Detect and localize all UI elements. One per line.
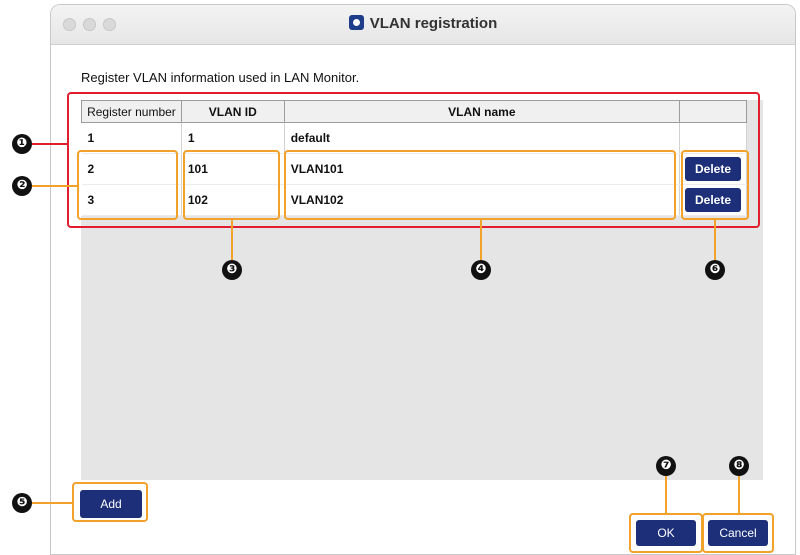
- column-header-vlan-name[interactable]: VLAN name: [283, 100, 681, 123]
- vlan-id-cell[interactable]: 101: [181, 153, 285, 185]
- vlan-table: Register number VLAN ID VLAN name 1 1 de…: [81, 100, 747, 216]
- vlan-name-cell[interactable]: VLAN102: [284, 184, 681, 216]
- column-header-register-number[interactable]: Register number: [81, 100, 182, 123]
- callout-3-badge: ❸: [222, 260, 242, 280]
- window-title-container: VLAN registration: [51, 15, 795, 32]
- add-button[interactable]: Add: [80, 490, 142, 518]
- column-header-vlan-id[interactable]: VLAN ID: [180, 100, 285, 123]
- vlan-id-cell[interactable]: 102: [181, 184, 285, 216]
- title-bar: VLAN registration: [51, 5, 795, 45]
- vlan-name-cell: default: [284, 122, 681, 154]
- register-number-cell: 1: [81, 122, 182, 154]
- table-header-row: Register number VLAN ID VLAN name: [81, 100, 747, 123]
- vlan-name-cell[interactable]: VLAN101: [284, 153, 681, 185]
- action-cell: Delete: [679, 184, 747, 216]
- table-row[interactable]: 3 102 VLAN102 Delete: [81, 184, 747, 216]
- delete-button[interactable]: Delete: [685, 188, 741, 212]
- window-title: VLAN registration: [369, 15, 498, 32]
- callout-7-badge: ❼: [656, 456, 676, 476]
- register-number-cell: 3: [81, 184, 182, 216]
- callout-4-badge: ❹: [471, 260, 491, 280]
- ok-button[interactable]: OK: [636, 520, 696, 546]
- delete-button[interactable]: Delete: [685, 157, 741, 181]
- description-text: Register VLAN information used in LAN Mo…: [81, 70, 360, 85]
- callout-8-badge: ❽: [729, 456, 749, 476]
- action-cell: [679, 122, 747, 154]
- vlan-id-cell: 1: [181, 122, 285, 154]
- callout-2-badge: ❷: [12, 176, 32, 196]
- cancel-button[interactable]: Cancel: [708, 520, 768, 546]
- table-row[interactable]: 2 101 VLAN101 Delete: [81, 153, 747, 185]
- callout-1-badge: ❶: [12, 134, 32, 154]
- column-header-action: [679, 100, 747, 123]
- action-cell: Delete: [679, 153, 747, 185]
- callout-6-badge: ❻: [705, 260, 725, 280]
- app-icon: [348, 15, 364, 30]
- table-row[interactable]: 1 1 default: [81, 122, 747, 154]
- callout-5-badge: ❺: [12, 493, 32, 513]
- register-number-cell: 2: [81, 153, 182, 185]
